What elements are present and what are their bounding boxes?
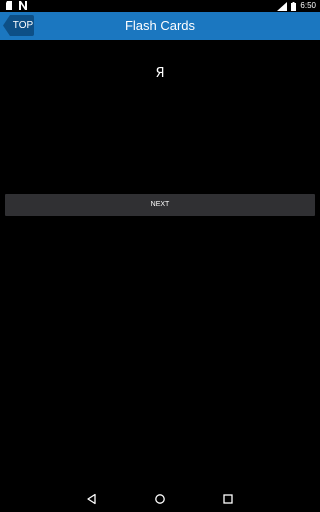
recents-icon[interactable] [222, 492, 234, 504]
battery-icon [291, 1, 297, 11]
status-left [6, 1, 27, 10]
home-icon[interactable] [154, 492, 166, 504]
status-time: 6:50 [300, 1, 316, 10]
flash-card-text: Я [155, 66, 165, 81]
app-title: Flash Cards [124, 18, 196, 33]
next-button[interactable]: NEXT [5, 194, 315, 216]
back-icon[interactable] [86, 492, 98, 505]
n-notification-icon [19, 1, 27, 10]
nav-bar [0, 484, 320, 512]
status-bar: 6:50 [0, 0, 320, 12]
status-right: 6:50 [277, 1, 316, 11]
app-bar: TOP Flash Cards [0, 12, 320, 40]
signal-icon [277, 1, 288, 11]
screen: 6:50 TOP Flash Cards Я NEXT [0, 0, 320, 512]
sd-card-icon [6, 1, 13, 10]
